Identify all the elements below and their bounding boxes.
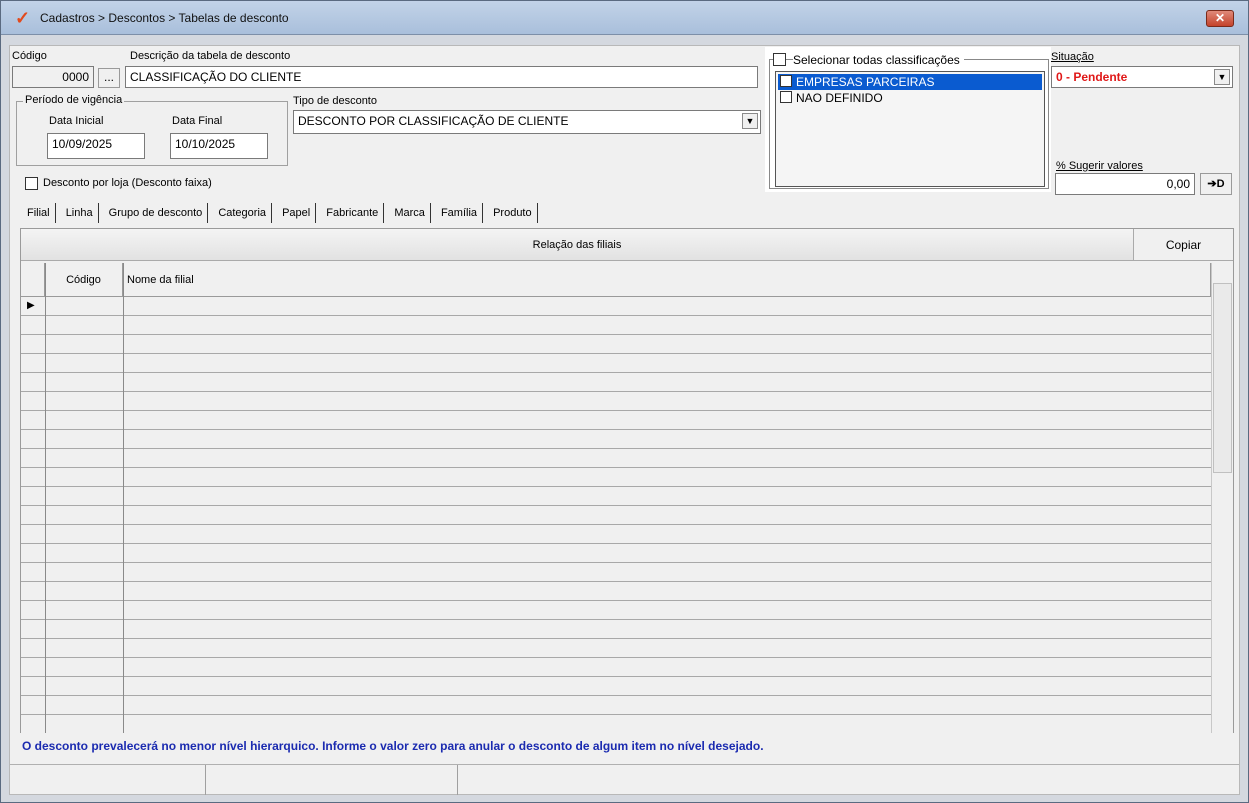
tipo-value: DESCONTO POR CLASSIFICAÇÃO DE CLIENTE (298, 114, 569, 128)
table-row[interactable] (21, 544, 1211, 563)
column-header-codigo[interactable]: Código (45, 263, 123, 297)
filiais-panel: Relação das filiais Copiar Código Nome d… (20, 228, 1234, 733)
table-row[interactable] (21, 620, 1211, 639)
table-row[interactable] (21, 354, 1211, 373)
chevron-down-icon[interactable]: ▼ (742, 113, 758, 129)
indicator-header (21, 263, 45, 297)
table-row[interactable] (21, 582, 1211, 601)
situacao-label: Situação (1051, 51, 1094, 63)
copy-button[interactable]: Copiar (1133, 229, 1233, 261)
status-cell (10, 765, 206, 795)
table-row[interactable] (21, 658, 1211, 677)
situacao-select[interactable]: 0 - Pendente ▼ (1051, 66, 1233, 88)
list-item[interactable]: ✔ EMPRESAS PARCEIRAS (778, 74, 1042, 90)
desconto-loja-label: Desconto por loja (Desconto faixa) (43, 177, 212, 189)
select-all-label: Selecionar todas classificações (793, 53, 964, 67)
form-area: Código 0000 ... Descrição da tabela de d… (9, 45, 1240, 795)
codigo-lookup-button[interactable]: ... (98, 68, 120, 88)
table-row[interactable] (21, 449, 1211, 468)
table-row[interactable] (21, 316, 1211, 335)
table-row[interactable] (21, 696, 1211, 715)
item-checkbox[interactable]: ✔ (780, 75, 792, 87)
vigencia-group: Período de vigência Data Inicial 10/09/2… (16, 94, 288, 166)
descricao-label: Descrição da tabela de desconto (130, 50, 291, 62)
table-row[interactable] (21, 677, 1211, 696)
tab-fabricante[interactable]: Fabricante (321, 203, 385, 223)
tipo-select[interactable]: DESCONTO POR CLASSIFICAÇÃO DE CLIENTE ▼ (293, 110, 761, 134)
column-divider (123, 263, 124, 733)
classificacoes-panel: Selecionar todas classificações ✔ EMPRES… (765, 47, 1051, 192)
sugerir-field[interactable]: 0,00 (1055, 173, 1195, 195)
tab-linha[interactable]: Linha (61, 203, 99, 223)
list-item-label: EMPRESAS PARCEIRAS (796, 75, 935, 89)
table-row[interactable] (21, 506, 1211, 525)
table-row[interactable] (21, 297, 1211, 316)
tab-grupo-de-desconto[interactable]: Grupo de desconto (104, 203, 209, 223)
tipo-label: Tipo de desconto (293, 95, 377, 107)
table-row[interactable] (21, 639, 1211, 658)
select-all-checkbox[interactable] (773, 53, 786, 66)
table-row[interactable] (21, 392, 1211, 411)
apply-sugerir-button[interactable]: ➔D (1200, 173, 1232, 195)
table-row[interactable] (21, 468, 1211, 487)
data-inicial-label: Data Inicial (49, 115, 104, 127)
table-row[interactable] (21, 601, 1211, 620)
column-divider (45, 263, 46, 733)
situacao-value: 0 - Pendente (1056, 70, 1128, 84)
codigo-label: Código (12, 50, 47, 62)
vigencia-title: Período de vigência (23, 94, 125, 106)
data-inicial-field[interactable]: 10/09/2025 (47, 133, 145, 159)
status-bar (10, 764, 1239, 795)
status-cell (206, 765, 458, 795)
filiais-grid[interactable]: Código Nome da filial ▶ (21, 263, 1211, 733)
scrollbar-thumb[interactable] (1213, 283, 1232, 473)
window-title: Cadastros > Descontos > Tabelas de desco… (40, 11, 289, 25)
tab-papel[interactable]: Papel (277, 203, 317, 223)
tab-strip: Filial Linha Grupo de desconto Categoria… (22, 203, 540, 225)
column-header-nome[interactable]: Nome da filial (123, 263, 1211, 297)
table-row[interactable] (21, 563, 1211, 582)
list-item-label: NAO DEFINIDO (796, 91, 883, 105)
table-row[interactable] (21, 430, 1211, 449)
vertical-scrollbar[interactable] (1211, 263, 1233, 733)
tab-marca[interactable]: Marca (389, 203, 431, 223)
table-row[interactable] (21, 373, 1211, 392)
descricao-field[interactable]: CLASSIFICAÇÃO DO CLIENTE (125, 66, 758, 88)
table-row[interactable] (21, 411, 1211, 430)
close-button[interactable]: ✕ (1206, 10, 1234, 27)
chevron-down-icon[interactable]: ▼ (1214, 69, 1230, 85)
table-row[interactable] (21, 487, 1211, 506)
check-logo-icon: ✓ (15, 8, 31, 28)
table-row[interactable] (21, 525, 1211, 544)
list-item[interactable]: NAO DEFINIDO (778, 90, 1042, 106)
title-bar: ✓ Cadastros > Descontos > Tabelas de des… (1, 1, 1248, 35)
codigo-field[interactable]: 0000 (12, 66, 94, 88)
tab-produto[interactable]: Produto (488, 203, 538, 223)
data-final-field[interactable]: 10/10/2025 (170, 133, 268, 159)
main-window: ✓ Cadastros > Descontos > Tabelas de des… (0, 0, 1249, 803)
tab-filial[interactable]: Filial (22, 203, 56, 223)
hint-text: O desconto prevalecerá no menor nível hi… (22, 739, 764, 753)
classificacoes-list[interactable]: ✔ EMPRESAS PARCEIRAS NAO DEFINIDO (775, 71, 1045, 187)
sugerir-label: % Sugerir valores (1056, 160, 1143, 172)
data-final-label: Data Final (172, 115, 223, 127)
table-row[interactable] (21, 335, 1211, 354)
tab-familia[interactable]: Família (436, 203, 484, 223)
tab-categoria[interactable]: Categoria (213, 203, 273, 223)
item-checkbox[interactable] (780, 91, 792, 103)
desconto-loja-checkbox[interactable] (25, 177, 38, 190)
grid-title: Relação das filiais (21, 229, 1133, 261)
